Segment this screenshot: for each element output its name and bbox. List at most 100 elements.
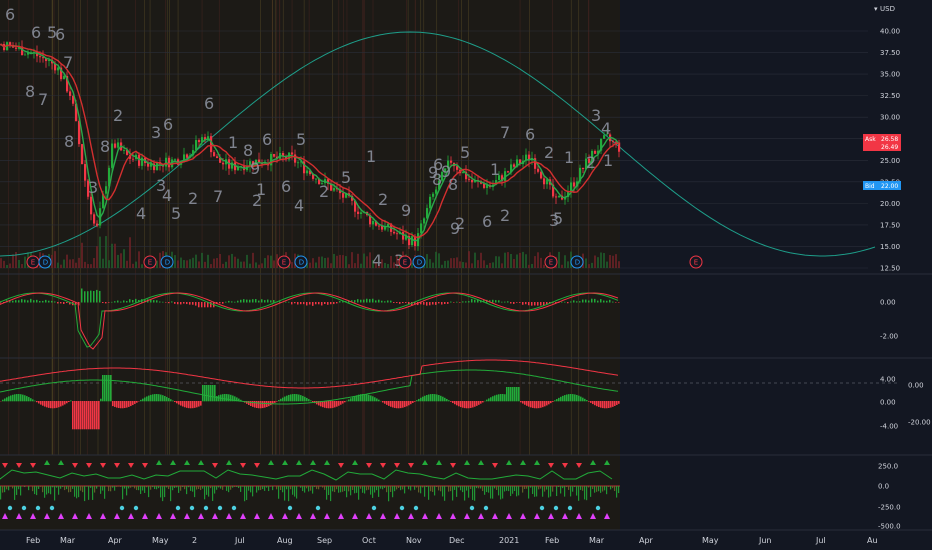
- macd-histogram-bar: [308, 399, 310, 402]
- volume-bar: [105, 236, 107, 268]
- wave-count-digit: 7: [500, 123, 510, 142]
- price-tick-label: 12.50: [880, 265, 900, 273]
- macd-histogram-bar: [126, 401, 128, 408]
- oscillator-bar: [588, 300, 590, 303]
- volume-bar: [66, 254, 68, 268]
- macd-histogram-bar: [284, 396, 286, 402]
- volume-bar: [57, 262, 59, 268]
- oscillator-bar: [468, 301, 470, 303]
- signal-bar: [136, 486, 138, 491]
- macd-histogram-bar: [222, 394, 224, 402]
- signal-bar: [478, 486, 480, 489]
- signal-bar: [24, 486, 26, 487]
- oscillator-bar: [522, 302, 524, 305]
- oscillator-bar: [354, 300, 356, 303]
- macd-histogram-bar: [270, 401, 272, 406]
- signal-bar: [562, 486, 564, 489]
- signal-bar: [62, 486, 64, 488]
- macd-histogram-bar: [142, 398, 144, 402]
- macd-histogram-bar: [84, 401, 86, 430]
- signal-bar: [88, 486, 90, 500]
- volume-bar: [261, 263, 263, 268]
- macd-histogram-bar: [14, 394, 16, 402]
- oscillator-bar: [384, 301, 386, 303]
- volume-bar: [174, 255, 176, 268]
- oscillator-bar: [435, 302, 437, 305]
- volume-bar: [588, 264, 590, 268]
- cyan-dot-icon: [7, 505, 13, 511]
- signal-bar: [58, 486, 60, 495]
- macd-histogram-bar: [24, 395, 26, 402]
- signal-bar: [474, 486, 476, 501]
- event-label: D: [417, 259, 422, 267]
- ask-label: Ask: [865, 136, 876, 143]
- time-axis-background: [0, 531, 932, 550]
- macd-histogram-bar: [78, 401, 80, 430]
- signal-bar: [202, 486, 204, 489]
- time-tick-label: Aug: [277, 536, 293, 545]
- macd-histogram-bar: [324, 401, 326, 408]
- signal-bar: [168, 486, 170, 490]
- volume-bar: [498, 256, 500, 268]
- signal-bar: [84, 486, 86, 502]
- signal-bar: [320, 486, 322, 487]
- wave-count-digit: 9: [250, 159, 260, 178]
- signal-bar: [28, 486, 30, 491]
- volume-bar: [618, 261, 620, 268]
- candle-body: [402, 232, 405, 240]
- volume-bar: [21, 264, 23, 268]
- signal-bar: [338, 486, 340, 493]
- macd-histogram-bar: [36, 401, 38, 403]
- time-tick-label: Mar: [60, 536, 76, 545]
- signal-bar: [340, 486, 342, 493]
- volume-bar: [216, 258, 218, 268]
- signal-bar: [36, 486, 38, 496]
- volume-bar: [219, 253, 221, 268]
- macd-histogram-bar: [274, 401, 276, 403]
- wave-count-digit: 7: [213, 187, 223, 206]
- volume-bar: [24, 256, 26, 268]
- macd-histogram-bar: [212, 385, 214, 402]
- macd-histogram-bar: [280, 398, 282, 402]
- macd-histogram-bar: [412, 401, 414, 403]
- macd-histogram-bar: [200, 401, 202, 406]
- volume-bar: [489, 262, 491, 268]
- macd-histogram-bar: [40, 401, 42, 405]
- macd-histogram-bar: [192, 401, 194, 409]
- macd-histogram-bar: [500, 394, 502, 402]
- event-label: E: [282, 259, 286, 267]
- oscillator-bar: [321, 302, 323, 306]
- signal-bar: [378, 486, 380, 497]
- macd-secondary-axis-label: -20.00: [908, 419, 931, 427]
- oscillator-bar: [180, 302, 182, 305]
- time-axis[interactable]: Feb Mar Apr May 2 Jul Aug Sep Oct Nov Dec 2021 Feb Ma…: [0, 531, 932, 550]
- signal-bar: [286, 486, 288, 490]
- volume-bar: [72, 259, 74, 268]
- signal-bar: [72, 486, 74, 489]
- oscillator-bar: [258, 300, 260, 303]
- oscillator-bar: [243, 299, 245, 303]
- signal-bar: [500, 486, 502, 500]
- time-tick-label: Apr: [108, 536, 123, 545]
- signal-bar: [196, 486, 198, 490]
- candle-body: [558, 195, 561, 198]
- macd-histogram-bar: [304, 396, 306, 402]
- macd-histogram-bar: [346, 400, 348, 402]
- volume-bar: [3, 260, 5, 268]
- signal-bar: [226, 486, 228, 491]
- signal-bar: [564, 486, 566, 497]
- signal-bar: [582, 486, 584, 491]
- volume-bar: [609, 255, 611, 268]
- oscillator-bar: [474, 299, 476, 303]
- wave-count-digit: 3: [88, 178, 98, 197]
- trading-chart[interactable]: 6656788724383453626719826156425124398956…: [0, 0, 932, 550]
- candle-body: [543, 178, 546, 185]
- signal-bar: [288, 486, 290, 502]
- macd-histogram-bar: [168, 398, 170, 402]
- macd-histogram-bar: [104, 375, 106, 402]
- wave-count-digit: 4: [372, 251, 382, 270]
- signal-bar: [96, 486, 98, 489]
- wave-count-digit: 7: [38, 90, 48, 109]
- signal-bar: [52, 486, 54, 488]
- signal-bar: [152, 486, 154, 488]
